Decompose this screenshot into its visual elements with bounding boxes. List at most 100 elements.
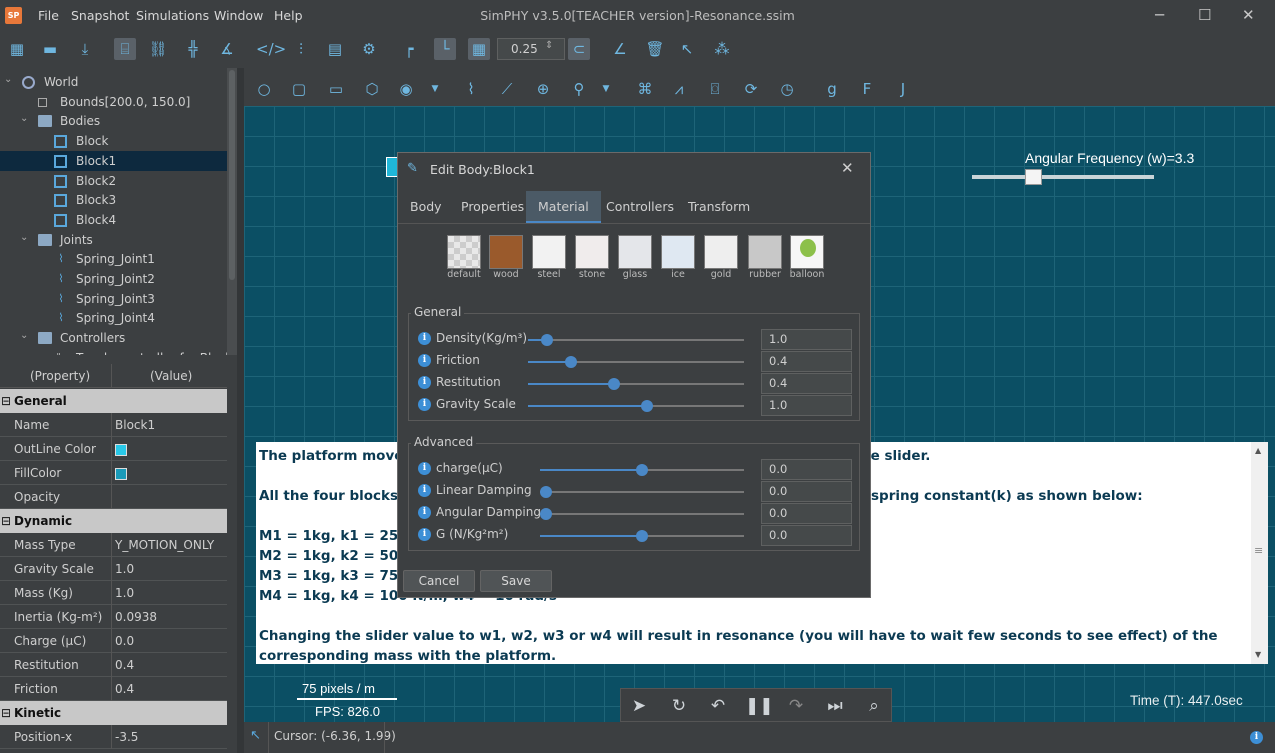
property-row[interactable]: Charge (µC) 0.0 xyxy=(0,629,227,653)
zoom-spinner-icon[interactable]: ⇕ xyxy=(545,40,553,51)
rectangle-tool-icon[interactable]: ▢ xyxy=(288,78,310,100)
material-steel[interactable] xyxy=(532,235,566,269)
slider-knob[interactable] xyxy=(640,400,653,412)
property-value[interactable]: 0.0 xyxy=(115,629,134,653)
pin-tool-icon[interactable]: ⊕ xyxy=(532,78,554,100)
material-default[interactable] xyxy=(447,235,481,269)
cancel-button[interactable]: Cancel xyxy=(403,570,475,592)
slider-knob[interactable] xyxy=(540,508,552,520)
tree-item[interactable]: Block xyxy=(0,131,227,151)
camera-tool-icon[interactable]: ⌼ xyxy=(704,78,726,100)
scroll-grip-icon[interactable]: ≡ xyxy=(1254,544,1263,557)
info-icon[interactable]: i xyxy=(418,376,431,389)
property-value[interactable]: Block1 xyxy=(115,413,155,437)
axes-icon[interactable]: └ xyxy=(434,38,456,60)
tab-controllers[interactable]: Controllers xyxy=(594,191,686,223)
info-icon[interactable]: i xyxy=(418,484,431,497)
value-field[interactable]: 0.4 xyxy=(761,351,852,372)
info-icon[interactable]: i xyxy=(418,398,431,411)
tab-transform[interactable]: Transform xyxy=(676,191,762,223)
splitter[interactable] xyxy=(237,68,244,753)
scroll-down-icon[interactable]: ▼ xyxy=(1255,650,1261,659)
info-icon[interactable]: i xyxy=(418,462,431,475)
info-icon[interactable]: i xyxy=(418,506,431,519)
tree-item[interactable]: ⋕ Toggle controller for Block xyxy=(0,348,232,355)
grid-snap-icon[interactable]: ╬ xyxy=(182,38,204,60)
property-value[interactable]: Y_MOTION_ONLY xyxy=(115,533,214,557)
frequency-slider-track[interactable] xyxy=(972,175,1154,179)
tree-item[interactable]: ⌇ Spring_Joint3 xyxy=(0,289,227,309)
property-row[interactable]: Opacity xyxy=(0,485,227,509)
property-row[interactable]: Mass (Kg) 1.0 xyxy=(0,581,227,605)
collapse-icon[interactable]: ⊟ xyxy=(1,389,11,413)
bodies-icon[interactable]: ⌸ xyxy=(114,38,136,60)
property-row[interactable]: OutLine Color xyxy=(0,437,227,461)
tree-scroll-thumb[interactable] xyxy=(229,70,235,280)
property-section[interactable]: ⊟ Dynamic xyxy=(0,509,227,533)
info-icon[interactable]: i xyxy=(418,354,431,367)
measure-icon[interactable]: ∡ xyxy=(216,38,238,60)
color-swatch[interactable] xyxy=(115,443,127,456)
property-section[interactable]: ⊟ Kinetic xyxy=(0,701,227,725)
slider-knob[interactable] xyxy=(540,486,552,498)
tree-item[interactable]: Bounds[200.0, 150.0] xyxy=(0,92,227,112)
open-folder-icon[interactable]: ▬ xyxy=(39,38,61,60)
material-stone[interactable] xyxy=(575,235,609,269)
slider-track[interactable] xyxy=(528,339,744,341)
force-icon[interactable]: F xyxy=(856,78,878,100)
chain-tool-icon[interactable]: ▭ xyxy=(325,78,347,100)
tree-item[interactable]: ⌄ Controllers xyxy=(0,328,227,348)
pause-icon[interactable]: ❚❚ xyxy=(745,695,774,717)
material-ice[interactable] xyxy=(661,235,695,269)
info-icon[interactable]: i xyxy=(1250,731,1263,744)
material-rubber[interactable] xyxy=(748,235,782,269)
save-button[interactable]: Save xyxy=(480,570,552,592)
expand-icon[interactable]: ⌄ xyxy=(20,109,28,129)
joints-icon[interactable]: ⛓ xyxy=(147,38,169,60)
close-button[interactable]: ✕ xyxy=(1242,6,1255,24)
select-pointer-icon[interactable]: ➤ xyxy=(627,695,651,717)
tree-item[interactable]: Block2 xyxy=(0,171,227,191)
grid-icon[interactable]: ▦ xyxy=(468,38,490,60)
gear-tool-icon[interactable]: ◉ xyxy=(395,78,417,100)
material-glass[interactable] xyxy=(618,235,652,269)
property-row[interactable]: Friction 0.4 xyxy=(0,677,227,701)
value-field[interactable]: 0.4 xyxy=(761,373,852,394)
info-icon[interactable]: i xyxy=(418,528,431,541)
new-icon[interactable]: ▦ xyxy=(6,38,28,60)
property-row[interactable]: Gravity Scale 1.0 xyxy=(0,557,227,581)
color-swatch[interactable] xyxy=(115,467,127,480)
tab-material[interactable]: Material xyxy=(526,191,601,223)
undo-icon[interactable]: ↶ xyxy=(706,695,730,717)
sliders-icon[interactable]: ⫶ xyxy=(290,38,312,60)
property-value[interactable]: 0.0938 xyxy=(115,605,157,629)
value-field[interactable]: 1.0 xyxy=(761,329,852,350)
tree-item[interactable]: Block4 xyxy=(0,210,227,230)
tree-item[interactable]: Block3 xyxy=(0,190,227,210)
spring-tool-icon[interactable]: ⌇ xyxy=(460,78,482,100)
info-icon[interactable]: i xyxy=(418,332,431,345)
graph-tool-icon[interactable]: ⩘ xyxy=(668,78,690,100)
slider-knob[interactable] xyxy=(636,464,648,476)
step-forward-icon[interactable]: ⏭ xyxy=(823,695,847,717)
tree-item[interactable]: ⌄ Joints xyxy=(0,230,227,250)
ruler-icon[interactable]: ┍ xyxy=(398,38,420,60)
description-scrollbar[interactable]: ▲ ≡ ▼ xyxy=(1251,442,1268,664)
loop-tool-icon[interactable]: ⟳ xyxy=(740,78,762,100)
frequency-slider-knob[interactable] xyxy=(1025,169,1042,185)
property-row[interactable]: Mass Type Y_MOTION_ONLY xyxy=(0,533,227,557)
property-row[interactable]: Position-x -3.5 xyxy=(0,725,227,749)
property-row[interactable]: FillColor xyxy=(0,461,227,485)
tab-properties[interactable]: Properties xyxy=(449,191,536,223)
material-gold[interactable] xyxy=(704,235,738,269)
chart-tool-icon[interactable]: ⁂ xyxy=(711,38,733,60)
material-balloon[interactable] xyxy=(790,235,824,269)
script-icon[interactable]: </> xyxy=(256,38,286,60)
tree-item[interactable]: ⌄ Bodies xyxy=(0,111,227,131)
dialog-close-button[interactable]: ✕ xyxy=(841,159,854,177)
angle-icon[interactable]: ∠ xyxy=(609,38,631,60)
tab-body[interactable]: Body xyxy=(398,191,454,223)
value-field[interactable]: 0.0 xyxy=(761,459,852,480)
field-tool-icon[interactable]: ⌘ xyxy=(634,78,656,100)
property-value[interactable] xyxy=(115,437,127,461)
